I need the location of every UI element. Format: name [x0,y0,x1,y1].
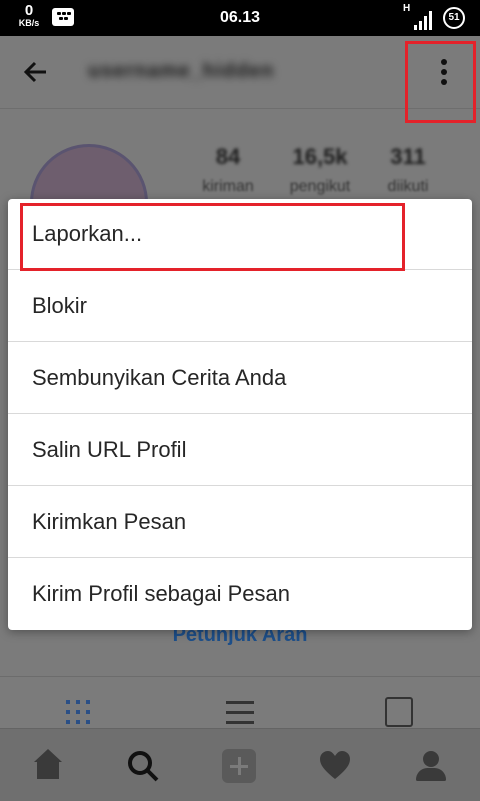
stat-following-label: diikuti [387,178,429,195]
menu-item-copy-profile-url[interactable]: Salin URL Profil [8,415,472,486]
stat-followers-value: 16,5k [292,144,348,169]
heart-icon[interactable] [318,749,352,783]
bottom-nav [0,728,480,801]
stat-posts-label: kiriman [202,178,254,195]
stat-followers-label: pengikut [289,178,351,195]
list-icon[interactable] [226,699,254,727]
profile-icon[interactable] [414,749,448,783]
menu-item-block[interactable]: Blokir [8,271,472,342]
home-icon[interactable] [31,749,65,783]
menu-item-share-profile-message[interactable]: Kirim Profil sebagai Pesan [8,559,472,630]
menu-item-hide-story[interactable]: Sembunyikan Cerita Anda [8,343,472,414]
add-icon[interactable] [222,749,256,783]
search-icon[interactable] [126,749,160,783]
profile-username: username_hidden [88,60,275,82]
grid-icon[interactable] [66,700,94,728]
menu-item-label: Sembunyikan Cerita Anda [32,365,287,390]
menu-item-label: Kirimkan Pesan [32,509,187,534]
highlight-box-report [20,203,405,271]
tagged-icon[interactable] [385,697,413,727]
stat-followers[interactable]: 16,5k pengikut [275,144,365,196]
highlight-box-more [405,41,476,123]
stat-following-value: 311 [390,144,426,169]
menu-item-label: Blokir [32,293,88,318]
menu-item-label: Kirim Profil sebagai Pesan [32,581,291,606]
stat-posts[interactable]: 84 kiriman [183,144,273,196]
menu-item-send-message[interactable]: Kirimkan Pesan [8,487,472,558]
status-bar: 0 KB/s 06.13 H 51 [0,0,480,36]
arrow-left-icon[interactable] [22,58,50,86]
stat-following[interactable]: 311 diikuti [363,144,453,196]
menu-item-label: Salin URL Profil [32,437,187,462]
battery-indicator: 51 [443,7,465,29]
stat-posts-value: 84 [215,144,241,169]
profile-tabs [0,676,480,733]
signal-icon [410,10,434,30]
